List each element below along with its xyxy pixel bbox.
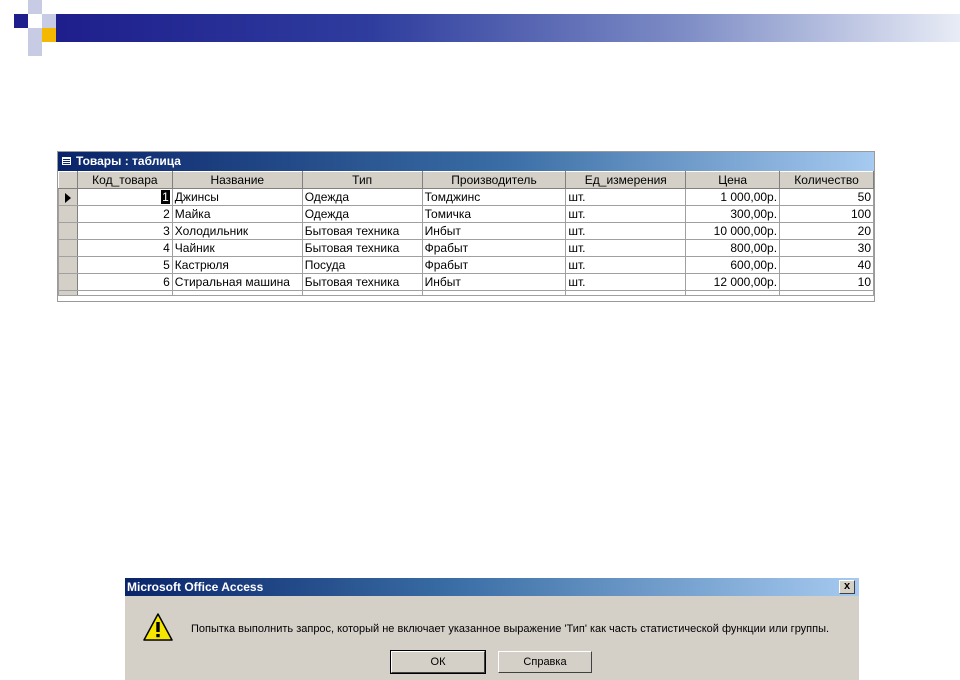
header-square-accent	[42, 28, 56, 42]
cell-unit[interactable]: шт.	[565, 205, 687, 223]
new-cell[interactable]	[685, 290, 781, 296]
dialog-message: Попытка выполнить запрос, который не вкл…	[191, 623, 830, 635]
cell-type[interactable]: Бытовая техника	[301, 273, 423, 291]
row-selector[interactable]	[58, 239, 78, 257]
column-header-maker[interactable]: Производитель	[421, 171, 567, 189]
cell-maker[interactable]: Фрабыт	[421, 239, 567, 257]
column-header-qty[interactable]: Количество	[779, 171, 874, 189]
table-row: 1 Джинсы Одежда Томджинс шт. 1 000,00р. …	[58, 188, 874, 206]
cell-qty[interactable]: 100	[779, 205, 874, 223]
cell-type[interactable]: Одежда	[301, 205, 423, 223]
new-cell[interactable]	[76, 290, 173, 296]
row-selector-current[interactable]	[58, 188, 78, 206]
column-header-unit[interactable]: Ед_измерения	[565, 171, 687, 189]
new-cell[interactable]	[421, 290, 567, 296]
row-selector-header[interactable]	[58, 171, 78, 189]
cell-qty[interactable]: 40	[779, 256, 874, 274]
column-header-name[interactable]: Название	[171, 171, 303, 189]
cell-maker[interactable]: Инбыт	[421, 222, 567, 240]
dialog-title: Microsoft Office Access	[127, 580, 264, 594]
cell-type[interactable]: Одежда	[301, 188, 423, 206]
table-row: 4 Чайник Бытовая техника Фрабыт шт. 800,…	[58, 239, 874, 257]
cell-name[interactable]: Джинсы	[171, 188, 303, 206]
header-row: Код_товара Название Тип Производитель Ед…	[58, 171, 874, 189]
column-header-price[interactable]: Цена	[685, 171, 781, 189]
cell-qty[interactable]: 20	[779, 222, 874, 240]
table-window-title: Товары : таблица	[76, 154, 181, 168]
table-row: 3 Холодильник Бытовая техника Инбыт шт. …	[58, 222, 874, 240]
table-window-titlebar[interactable]: Товары : таблица	[58, 152, 874, 171]
cell-maker[interactable]: Фрабыт	[421, 256, 567, 274]
cell-name[interactable]: Кастрюля	[171, 256, 303, 274]
row-selector[interactable]	[58, 222, 78, 240]
row-selector[interactable]	[58, 256, 78, 274]
column-header-id[interactable]: Код_товара	[76, 171, 173, 189]
new-cell[interactable]	[565, 290, 687, 296]
header-square-light	[28, 42, 42, 56]
cell-price[interactable]: 300,00р.	[685, 205, 781, 223]
cell-qty[interactable]: 30	[779, 239, 874, 257]
new-cell[interactable]	[171, 290, 303, 296]
help-button[interactable]: Справка	[498, 651, 592, 673]
header-square-light	[42, 14, 56, 28]
cell-type[interactable]: Бытовая техника	[301, 222, 423, 240]
cell-unit[interactable]: шт.	[565, 239, 687, 257]
cell-cursor: 1	[161, 190, 170, 204]
cell-price[interactable]: 12 000,00р.	[685, 273, 781, 291]
table-row: 5 Кастрюля Посуда Фрабыт шт. 600,00р. 40	[58, 256, 874, 274]
datasheet-grid: Код_товара Название Тип Производитель Ед…	[58, 171, 874, 296]
cell-maker[interactable]: Томичка	[421, 205, 567, 223]
cell-unit[interactable]: шт.	[565, 273, 687, 291]
current-row-arrow-icon	[65, 193, 71, 203]
cell-qty[interactable]: 10	[779, 273, 874, 291]
dialog-titlebar[interactable]: Microsoft Office Access x	[125, 578, 859, 596]
column-header-type[interactable]: Тип	[301, 171, 423, 189]
row-selector[interactable]	[58, 205, 78, 223]
cell-id[interactable]: 2	[76, 205, 173, 223]
cell-unit[interactable]: шт.	[565, 222, 687, 240]
cell-name[interactable]: Чайник	[171, 239, 303, 257]
header-square-light	[28, 0, 42, 14]
cell-type[interactable]: Бытовая техника	[301, 239, 423, 257]
cell-unit[interactable]: шт.	[565, 188, 687, 206]
cell-id[interactable]: 3	[76, 222, 173, 240]
cell-name[interactable]: Холодильник	[171, 222, 303, 240]
warning-icon	[143, 613, 173, 641]
ok-button[interactable]: ОК	[390, 650, 486, 674]
cell-maker[interactable]: Инбыт	[421, 273, 567, 291]
header-square-dark	[14, 14, 28, 28]
row-selector[interactable]	[58, 273, 78, 291]
cell-id[interactable]: 4	[76, 239, 173, 257]
cell-price[interactable]: 10 000,00р.	[685, 222, 781, 240]
cell-type[interactable]: Посуда	[301, 256, 423, 274]
cell-name[interactable]: Стиральная машина	[171, 273, 303, 291]
table-row: 2 Майка Одежда Томичка шт. 300,00р. 100	[58, 205, 874, 223]
cell-id[interactable]: 6	[76, 273, 173, 291]
table-row: 6 Стиральная машина Бытовая техника Инбы…	[58, 273, 874, 291]
cell-price[interactable]: 800,00р.	[685, 239, 781, 257]
new-cell[interactable]	[301, 290, 423, 296]
new-record-row	[58, 290, 874, 296]
cell-price[interactable]: 600,00р.	[685, 256, 781, 274]
cell-name[interactable]: Майка	[171, 205, 303, 223]
cell-id[interactable]: 1	[76, 188, 173, 206]
new-cell[interactable]	[779, 290, 874, 296]
table-icon	[61, 156, 72, 166]
header-bar	[56, 14, 960, 42]
header-square-light	[28, 28, 42, 42]
row-selector-new[interactable]	[58, 290, 78, 296]
cell-price[interactable]: 1 000,00р.	[685, 188, 781, 206]
error-dialog: Microsoft Office Access x Попытка выполн…	[124, 577, 859, 680]
cell-qty[interactable]: 50	[779, 188, 874, 206]
cell-unit[interactable]: шт.	[565, 256, 687, 274]
cell-maker[interactable]: Томджинс	[421, 188, 567, 206]
close-icon[interactable]: x	[839, 580, 855, 594]
cell-id[interactable]: 5	[76, 256, 173, 274]
table-window: Товары : таблица Код_товара Название Тип…	[57, 151, 875, 302]
